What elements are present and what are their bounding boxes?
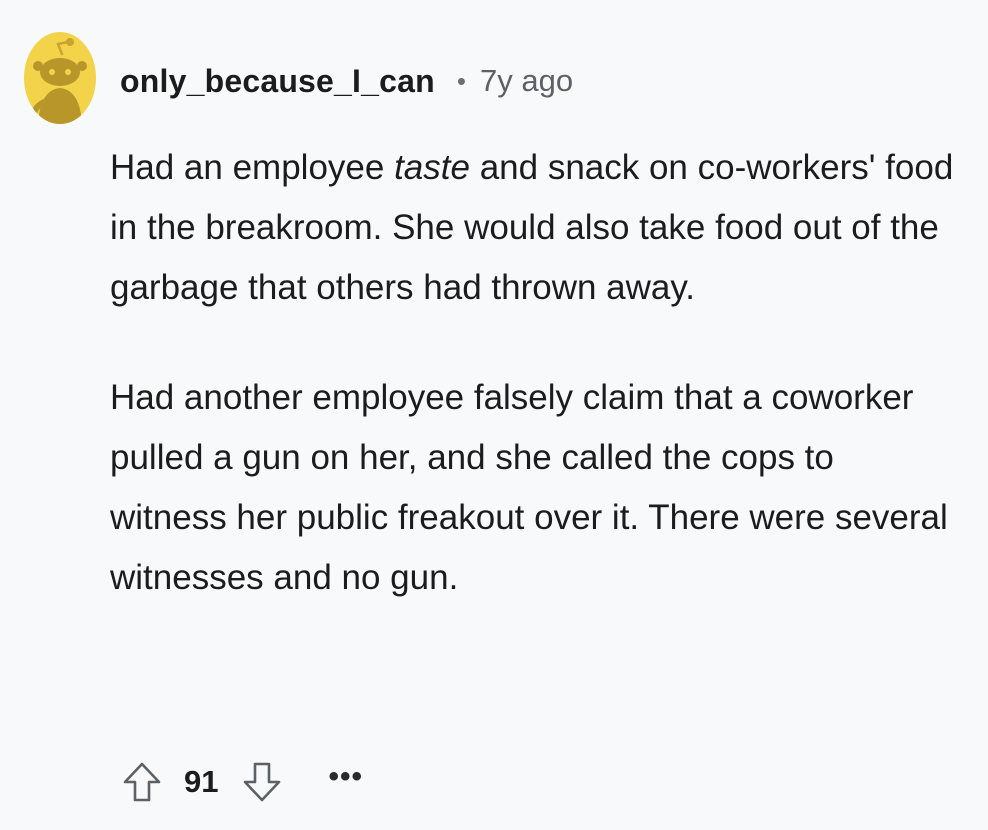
- avatar[interactable]: [24, 32, 96, 124]
- paragraph-1-emphasis: taste: [394, 148, 470, 187]
- username-link[interactable]: only_because_I_can: [120, 63, 435, 100]
- upvote-button[interactable]: [120, 760, 164, 804]
- paragraph-1-text-start: Had an employee: [110, 148, 395, 187]
- comment-paragraph-1: Had an employee taste and snack on co-wo…: [110, 138, 960, 318]
- arrow-down-outline-icon: [244, 762, 281, 802]
- comment-paragraph-2: Had another employee falsely claim that …: [110, 378, 948, 597]
- more-options-button[interactable]: •••: [328, 762, 363, 802]
- downvote-button[interactable]: [240, 760, 284, 804]
- comment: only_because_I_can • 7y ago Had an emplo…: [0, 0, 988, 830]
- arrow-up-outline-icon: [123, 762, 161, 802]
- vote-score: 91: [184, 764, 219, 799]
- comment-header: only_because_I_can • 7y ago: [120, 56, 573, 106]
- snoo-avatar-icon: [30, 38, 87, 124]
- comment-body: Had an employee taste and snack on co-wo…: [110, 138, 960, 608]
- comment-actions: 91 •••: [120, 750, 363, 814]
- comment-age: 7y ago: [480, 63, 574, 98]
- meta-separator: •: [456, 65, 466, 96]
